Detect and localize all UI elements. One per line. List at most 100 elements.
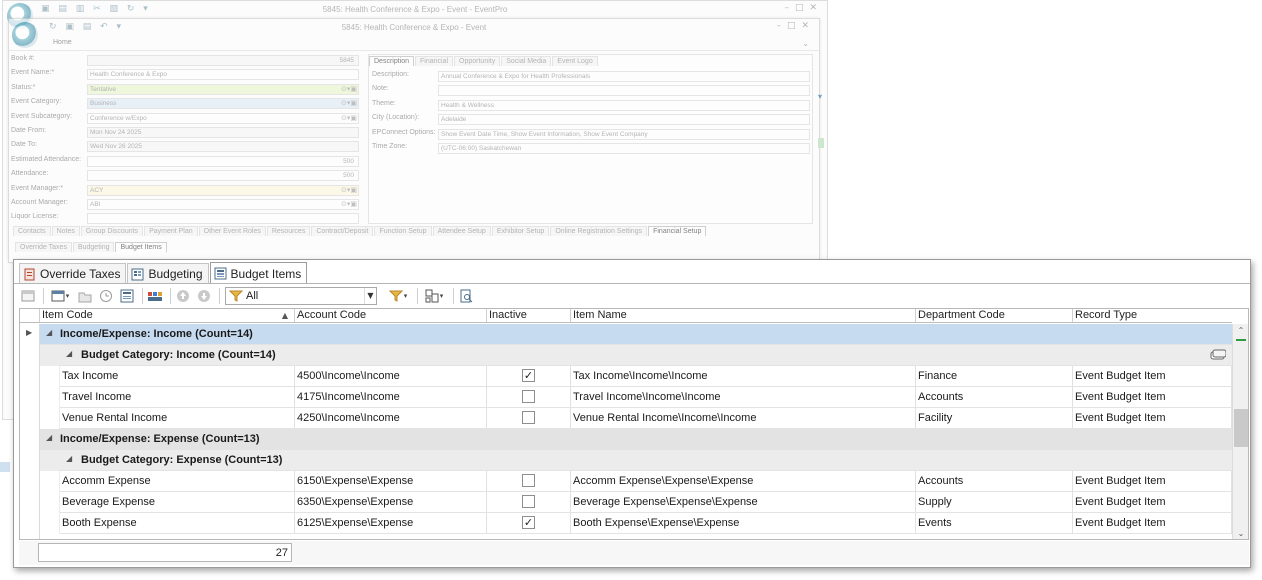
lookup-icon[interactable]: ⊙▾▣ [341,186,357,195]
field-input[interactable]: 500 [87,155,359,167]
cell-item-name[interactable]: Accomm Expense\Expense\Expense [571,471,916,491]
event-section-tab[interactable]: Contacts [13,226,51,236]
scroll-down-icon[interactable]: ⌄ [1233,527,1248,539]
field-input[interactable]: Health Conference & Expo [87,69,359,81]
tab-override-taxes[interactable]: Override Taxes [19,263,127,284]
cell-item-code[interactable]: Beverage Expense [60,492,295,512]
description-field-input[interactable]: (UTC-06:00) Saskatchewan [438,143,810,154]
event-section-tab[interactable]: Exhibitor Setup [491,226,550,236]
group-row-income-expense[interactable]: ◢ Income/Expense: Expense (Count=13) [40,429,1232,450]
event-section-tab[interactable]: Online Registration Settings [550,226,648,236]
cell-record-type[interactable]: Event Budget Item [1073,366,1232,386]
field-input[interactable] [87,213,359,225]
inactive-checkbox[interactable] [522,411,535,424]
history-button[interactable] [97,287,115,305]
move-up-button[interactable] [174,287,192,305]
field-input[interactable]: Mon Nov 24 2025 [87,127,359,138]
details-button[interactable] [118,287,136,305]
event-section-tab[interactable]: Financial Setup [648,226,707,236]
event-section-tab[interactable]: Resources [266,226,311,236]
filter-options-button[interactable]: ▾ [385,287,411,305]
expand-collapse-icon[interactable]: ◢ [46,433,52,442]
event-section-tab[interactable]: Notes [51,226,80,236]
column-header-inactive[interactable]: Inactive [487,309,571,322]
event-window-controls[interactable]: –□✕ [776,21,815,31]
description-field-input[interactable]: Health & Wellness [438,99,810,111]
lookup-icon[interactable]: ⊙▾▣ [341,200,357,209]
ribbon-collapse-icon[interactable]: ⌄ [802,39,809,48]
move-down-button[interactable] [195,287,213,305]
tab-budgeting[interactable]: Budgeting [127,263,209,284]
column-header-department-code[interactable]: Department Code [916,309,1073,322]
description-field-input[interactable]: Show Event Date Time, Show Event Informa… [438,128,810,140]
cell-item-code[interactable]: Accomm Expense [60,471,295,491]
field-input[interactable]: Tentative ⊙▾▣ [87,83,359,95]
cell-department-code[interactable]: Accounts [916,471,1073,491]
table-row[interactable]: Venue Rental Income 4250\Income\Income Ven… [60,408,1232,429]
collapse-panel-button[interactable] [19,287,37,305]
cell-department-code[interactable]: Finance [916,366,1073,386]
inactive-checkbox[interactable] [522,390,535,403]
event-section-tab[interactable]: Function Setup [374,226,432,236]
financial-sub-tab[interactable]: Budget Items [115,242,167,252]
cell-account-code[interactable]: 4250\Income\Income [295,408,487,428]
cell-item-code[interactable]: Tax Income [60,366,295,386]
preview-button[interactable] [457,287,475,305]
financial-sub-tab[interactable]: Override Taxes [15,242,72,252]
cell-account-code[interactable]: 4500\Income\Income [295,366,487,386]
new-item-button[interactable]: ▾ [47,287,73,305]
table-row[interactable]: Tax Income 4500\Income\Income ✓ Tax Income\… [60,366,1232,387]
cell-account-code[interactable]: 4175\Income\Income [295,387,487,407]
tab-budget-items[interactable]: Budget Items [209,262,308,284]
outer-window-controls[interactable]: –□✕ [784,3,823,13]
cell-record-type[interactable]: Event Budget Item [1073,471,1232,491]
description-field-input[interactable]: Adelaide [438,114,810,126]
event-section-tab[interactable]: Attendee Setup [432,226,491,236]
scroll-up-icon[interactable]: ⌃ [1233,324,1248,338]
group-summary-icon[interactable] [1210,349,1227,364]
cell-record-type[interactable]: Event Budget Item [1073,492,1232,512]
cell-department-code[interactable]: Facility [916,408,1073,428]
column-header-record-type[interactable]: Record Type [1073,309,1232,322]
table-row[interactable]: Accomm Expense 6150\Expense\Expense Accomm… [60,471,1232,492]
open-folder-button[interactable] [76,287,94,305]
description-field-input[interactable] [438,85,810,97]
description-field-input[interactable]: Annual Conference & Expo for Health Prof… [438,71,810,82]
financial-sub-tab[interactable]: Budgeting [72,242,115,252]
group-row-budget-category[interactable]: ◢ Budget Category: Expense (Count=13) [60,450,1232,471]
field-input[interactable]: ABI ⊙▾▣ [87,199,359,210]
cell-item-name[interactable]: Travel Income\Income\Income [571,387,916,407]
cell-department-code[interactable]: Accounts [916,387,1073,407]
column-header-item-code[interactable]: Item Code ▲ [40,309,295,322]
field-input[interactable]: Business ⊙▾▣ [87,98,359,110]
column-header-item-name[interactable]: Item Name [571,309,916,322]
cell-item-code[interactable]: Travel Income [60,387,295,407]
cell-record-type[interactable]: Event Budget Item [1073,513,1232,533]
cell-account-code[interactable]: 6125\Expense\Expense [295,513,487,533]
layout-button[interactable]: ▾ [421,287,447,305]
cell-account-code[interactable]: 6350\Expense\Expense [295,492,487,512]
expand-collapse-icon[interactable]: ◢ [46,328,52,337]
field-input[interactable]: 500 [87,170,359,182]
outer-scroll-arrow[interactable]: ▾ [818,92,822,101]
inactive-checkbox[interactable]: ✓ [522,369,535,382]
event-section-tab[interactable]: Payment Plan [144,226,198,236]
description-tab[interactable]: Description [369,56,415,66]
field-input[interactable]: ACY ⊙▾▣ [87,184,359,196]
expand-collapse-icon[interactable]: ◢ [66,454,72,463]
cell-item-name[interactable]: Venue Rental Income\Income\Income [571,408,916,428]
lookup-icon[interactable]: ⊙▾▣ [341,85,357,94]
scroll-thumb[interactable] [1234,409,1248,447]
inactive-checkbox[interactable]: ✓ [522,516,535,529]
cell-record-type[interactable]: Event Budget Item [1073,387,1232,407]
table-row[interactable]: Booth Expense 6125\Expense\Expense ✓ Booth … [60,513,1232,534]
inactive-checkbox[interactable] [522,495,535,508]
lookup-icon[interactable]: ⊙▾▣ [341,114,357,123]
vertical-scrollbar[interactable]: ⌃ ⌄ [1232,324,1248,539]
cell-department-code[interactable]: Events [916,513,1073,533]
expand-collapse-icon[interactable]: ◢ [66,349,72,358]
cell-item-name[interactable]: Booth Expense\Expense\Expense [571,513,916,533]
description-tab[interactable]: Event Logo [552,56,598,66]
event-section-tab[interactable]: Group Discounts [80,226,144,236]
inactive-checkbox[interactable] [522,474,535,487]
